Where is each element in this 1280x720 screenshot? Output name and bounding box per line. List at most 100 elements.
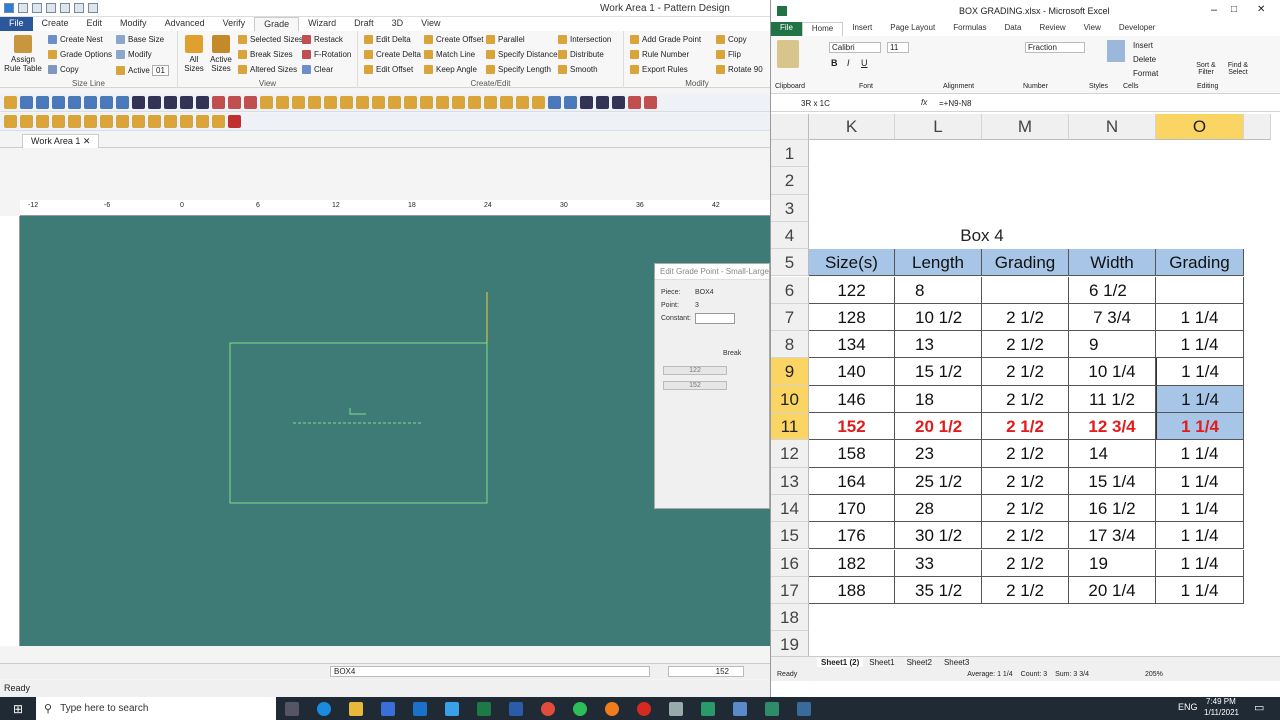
maximize-icon[interactable]: □ — [1231, 4, 1237, 15]
tool-icon[interactable] — [340, 96, 353, 109]
row-header[interactable]: 2 — [771, 167, 809, 195]
firefox-icon[interactable] — [605, 701, 619, 716]
table-cell[interactable]: 15 1/4 — [1069, 467, 1156, 495]
table-cell[interactable]: 2 1/2 — [982, 358, 1069, 386]
language-indicator[interactable]: ENG — [1178, 702, 1198, 712]
tool-icon[interactable] — [164, 115, 177, 128]
print-icon[interactable] — [88, 3, 98, 13]
tab-work-area-1[interactable]: Work Area 1 ✕ — [22, 134, 100, 148]
row-header[interactable]: 6 — [771, 276, 809, 304]
app-icon[interactable] — [797, 701, 811, 716]
status-size-select[interactable]: 152 — [668, 666, 744, 677]
table-cell[interactable]: 1 1/4 — [1156, 494, 1244, 523]
table-cell[interactable]: 1 1/4 — [1156, 522, 1244, 550]
tab-verify[interactable]: Verify — [214, 17, 255, 31]
table-cell[interactable]: 1 1/4 — [1156, 440, 1244, 468]
tool-icon[interactable] — [196, 115, 209, 128]
app-icon[interactable] — [669, 701, 683, 716]
tool-icon[interactable] — [132, 96, 145, 109]
table-cell[interactable]: 6 1/2 — [1069, 276, 1156, 304]
mail-icon[interactable] — [413, 701, 427, 716]
tool-icon[interactable] — [100, 96, 113, 109]
row-header[interactable]: 12 — [771, 440, 809, 468]
app-icon[interactable] — [733, 701, 747, 716]
table-header-cell[interactable]: Length — [895, 249, 982, 277]
tool-icon[interactable] — [628, 96, 641, 109]
table-cell[interactable]: 33 — [895, 549, 982, 577]
export-rules-button[interactable]: Export Rules — [630, 65, 688, 74]
keep-angle-button[interactable]: Keep Angle — [424, 65, 477, 74]
app-icon[interactable] — [701, 701, 715, 716]
tool-icon[interactable] — [244, 96, 257, 109]
table-cell[interactable]: 2 1/2 — [982, 522, 1069, 550]
table-cell[interactable]: 2 1/2 — [982, 385, 1069, 413]
table-cell[interactable] — [982, 276, 1069, 304]
rotate-90-button[interactable]: Rotate 90 — [716, 65, 763, 74]
tab-home[interactable]: Home — [801, 22, 844, 36]
store-icon[interactable] — [381, 701, 395, 716]
table-cell[interactable]: 2 1/2 — [982, 549, 1069, 577]
table-cell[interactable]: 20 1/2 — [895, 413, 982, 441]
new-icon[interactable] — [18, 3, 28, 13]
tool-icon[interactable] — [4, 96, 17, 109]
tool-icon[interactable] — [404, 96, 417, 109]
table-cell[interactable]: 19 — [1069, 549, 1156, 577]
row-header[interactable]: 5 — [771, 249, 809, 277]
table-cell[interactable]: 1 1/4 — [1156, 467, 1244, 495]
row-header[interactable]: 9 — [771, 358, 809, 386]
sort-filter-button[interactable]: Sort & Filter — [1193, 62, 1219, 76]
tab-view[interactable]: View — [412, 17, 449, 31]
tab-view[interactable]: View — [1075, 22, 1110, 36]
windows-start-icon[interactable]: ⊞ — [0, 702, 36, 716]
tab-insert[interactable]: Insert — [843, 22, 881, 36]
table-cell[interactable]: 140 — [809, 358, 895, 386]
table-cell[interactable]: 182 — [809, 549, 895, 577]
tool-icon[interactable] — [212, 96, 225, 109]
tool-icon[interactable] — [52, 96, 65, 109]
tool-icon[interactable] — [212, 115, 225, 128]
table-cell[interactable]: 176 — [809, 522, 895, 550]
tool-icon[interactable] — [180, 96, 193, 109]
tool-icon[interactable] — [564, 96, 577, 109]
intersection-button[interactable]: Intersection — [558, 35, 611, 44]
clock-time[interactable]: 7:49 PM — [1206, 697, 1236, 706]
tool-icon[interactable] — [4, 115, 17, 128]
selected-sizes-button[interactable]: Selected Sizes — [238, 35, 303, 44]
name-box[interactable]: 3R x 1C — [801, 99, 877, 108]
row-header[interactable]: 16 — [771, 549, 809, 577]
table-header-cell[interactable]: Grading — [1156, 249, 1244, 277]
tab-page-layout[interactable]: Page Layout — [881, 22, 944, 36]
redo-icon[interactable] — [74, 3, 84, 13]
row-header[interactable]: 17 — [771, 576, 809, 605]
table-cell[interactable]: 128 — [809, 303, 895, 332]
zoom-level[interactable]: 205% — [1145, 671, 1163, 678]
tool-icon[interactable] — [436, 96, 449, 109]
row-header[interactable]: 1 — [771, 140, 809, 168]
tool-icon[interactable] — [36, 115, 49, 128]
opera-icon[interactable] — [637, 701, 651, 716]
base-size-button[interactable]: Base Size — [116, 35, 164, 44]
table-header-cell[interactable]: Size(s) — [809, 249, 895, 277]
column-header-k[interactable]: K — [809, 114, 895, 140]
table-header-cell[interactable]: Width — [1069, 249, 1156, 277]
altered-sizes-button[interactable]: Altered Sizes — [238, 65, 297, 74]
row-header[interactable]: 3 — [771, 194, 809, 222]
table-cell[interactable]: 188 — [809, 576, 895, 605]
close-icon[interactable]: ✕ — [1257, 4, 1265, 15]
styles-icon[interactable] — [1107, 40, 1125, 62]
table-cell[interactable]: 16 1/2 — [1069, 494, 1156, 523]
minimize-icon[interactable]: – — [1211, 4, 1217, 16]
table-cell[interactable]: 17 3/4 — [1069, 522, 1156, 550]
tab-file[interactable]: File — [0, 17, 33, 31]
table-cell[interactable]: 134 — [809, 331, 895, 359]
tool-icon[interactable] — [52, 115, 65, 128]
excel-taskbar-icon[interactable] — [477, 701, 491, 716]
sheet-tab[interactable]: Sheet2 — [901, 658, 938, 667]
create-nest-button[interactable]: Create Nest — [48, 35, 103, 44]
tab-wizard[interactable]: Wizard — [299, 17, 345, 31]
number-format-select[interactable]: Fraction — [1025, 42, 1085, 53]
tool-icon[interactable] — [324, 96, 337, 109]
assign-rule-table-button[interactable]: Assign Rule Table — [4, 35, 42, 73]
table-cell[interactable]: 10 1/4 — [1069, 358, 1156, 386]
tool-icon[interactable] — [388, 96, 401, 109]
